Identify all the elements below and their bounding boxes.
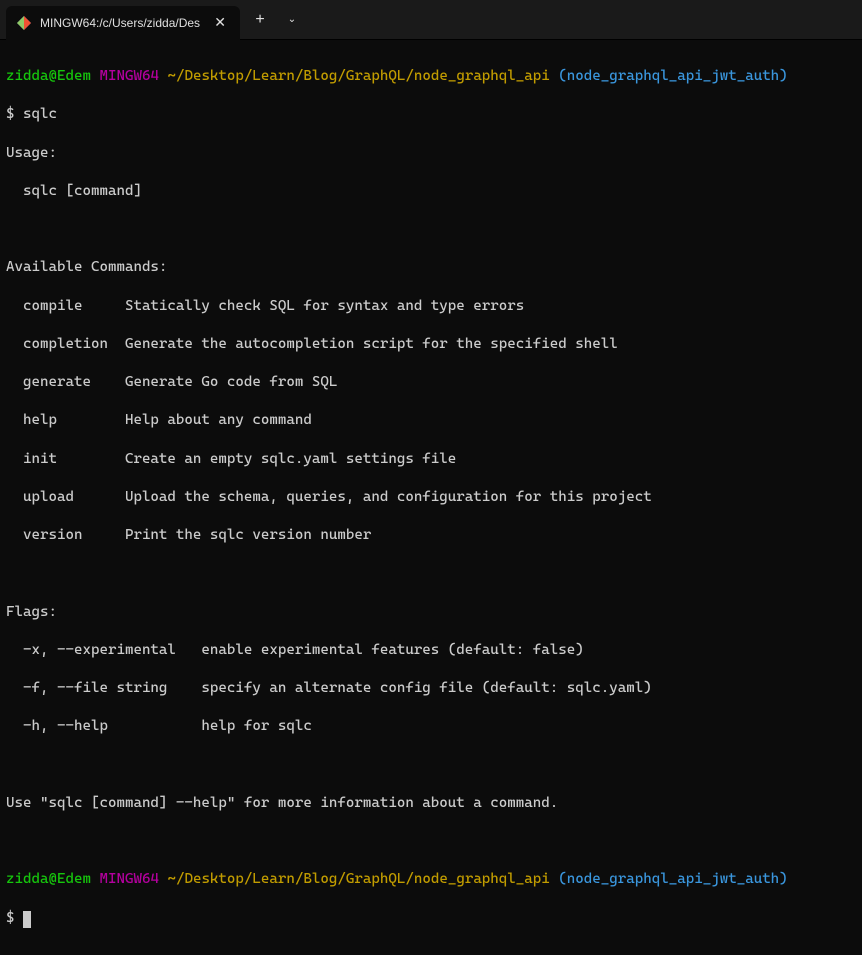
flags-header: Flags: (6, 603, 856, 622)
footer-hint: Use "sqlc [command] --help" for more inf… (6, 794, 856, 813)
cmd-upload: upload Upload the schema, queries, and c… (6, 488, 856, 507)
prompt-line-2: zidda@Edem MINGW64 ~/Desktop/Learn/Blog/… (6, 870, 856, 889)
prompt-env: MINGW64 (99, 871, 158, 887)
usage-line: sqlc [command] (6, 182, 856, 201)
prompt-user: zidda@Edem (6, 871, 91, 887)
cursor (23, 911, 31, 928)
prompt-symbol: $ (6, 106, 15, 122)
prompt-path: ~/Desktop/Learn/Blog/GraphQL/node_graphq… (167, 871, 549, 887)
usage-header: Usage: (6, 144, 856, 163)
cmd-version: version Print the sqlc version number (6, 526, 856, 545)
flag-experimental: -x, --experimental enable experimental f… (6, 641, 856, 660)
cmd-init: init Create an empty sqlc.yaml settings … (6, 450, 856, 469)
prompt-branch: (node_graphql_api_jwt_auth) (558, 871, 787, 887)
close-tab-button[interactable]: ✕ (210, 12, 230, 33)
new-tab-button[interactable]: + (244, 4, 276, 36)
prompt-line-1: zidda@Edem MINGW64 ~/Desktop/Learn/Blog/… (6, 67, 856, 86)
cmd-compile: compile Statically check SQL for syntax … (6, 297, 856, 316)
prompt-env: MINGW64 (99, 68, 158, 84)
prompt-user: zidda@Edem (6, 68, 91, 84)
prompt-branch: (node_graphql_api_jwt_auth) (558, 68, 787, 84)
cmd-help: help Help about any command (6, 411, 856, 430)
tab-dropdown-button[interactable]: ⌄ (276, 4, 308, 36)
cursor-line: $ (6, 909, 856, 928)
command-line: $ sqlc (6, 105, 856, 124)
titlebar: MINGW64:/c/Users/zidda/Des ✕ + ⌄ (0, 0, 862, 40)
flag-file: -f, --file string specify an alternate c… (6, 679, 856, 698)
flag-help: -h, --help help for sqlc (6, 717, 856, 736)
typed-command: sqlc (23, 106, 57, 122)
cmd-generate: generate Generate Go code from SQL (6, 373, 856, 392)
commands-header: Available Commands: (6, 258, 856, 277)
git-bash-icon (16, 15, 32, 31)
terminal-tab[interactable]: MINGW64:/c/Users/zidda/Des ✕ (6, 6, 240, 40)
tab-title: MINGW64:/c/Users/zidda/Des (40, 16, 204, 30)
prompt-symbol: $ (6, 910, 15, 926)
cmd-completion: completion Generate the autocompletion s… (6, 335, 856, 354)
terminal-output[interactable]: zidda@Edem MINGW64 ~/Desktop/Learn/Blog/… (0, 40, 862, 955)
prompt-path: ~/Desktop/Learn/Blog/GraphQL/node_graphq… (167, 68, 549, 84)
